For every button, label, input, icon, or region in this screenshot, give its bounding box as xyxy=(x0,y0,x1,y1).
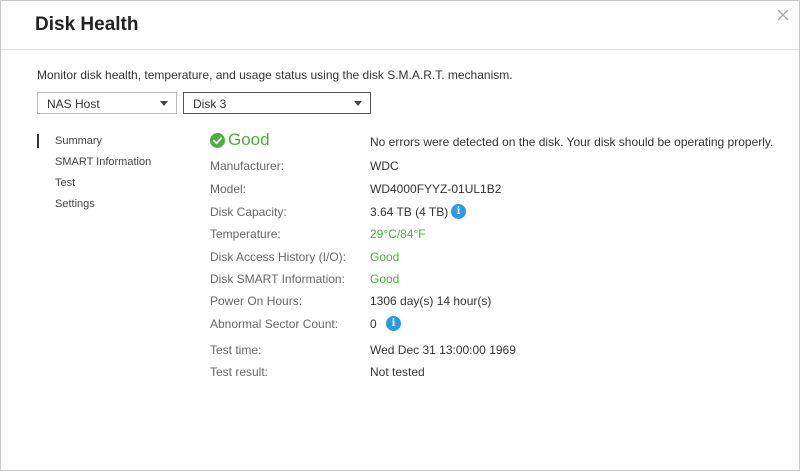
manufacturer-value: WDC xyxy=(370,159,399,173)
test-result-value: Not tested xyxy=(370,365,425,379)
chevron-down-icon xyxy=(354,101,362,106)
model-value: WD4000FYYZ-01UL1B2 xyxy=(370,182,502,196)
info-icon[interactable]: i xyxy=(451,204,466,219)
temperature-value: 29°C/84°F xyxy=(370,227,426,241)
test-time-value: Wed Dec 31 13:00:00 1969 xyxy=(370,343,516,357)
nas-host-select-value: NAS Host xyxy=(47,97,100,111)
test-time-label: Test time: xyxy=(210,343,262,357)
status-message: No errors were detected on the disk. You… xyxy=(370,135,774,149)
test-result-label: Test result: xyxy=(210,365,269,379)
disk-smart-information-label: Disk SMART Information: xyxy=(210,272,345,286)
disk-capacity-label: Disk Capacity: xyxy=(210,205,287,219)
side-nav: Summary SMART Information Test Settings xyxy=(37,133,177,217)
chevron-down-icon xyxy=(160,101,168,106)
status-text: Good xyxy=(228,130,270,149)
power-on-hours-label: Power On Hours: xyxy=(210,294,303,308)
nas-host-select[interactable]: NAS Host xyxy=(37,92,177,114)
dialog-title: Disk Health xyxy=(35,14,139,35)
manufacturer-label: Manufacturer: xyxy=(210,159,285,173)
temperature-label: Temperature: xyxy=(210,227,281,241)
dialog-description: Monitor disk health, temperature, and us… xyxy=(37,68,513,82)
info-icon[interactable]: i xyxy=(386,316,401,331)
disk-access-history-value: Good xyxy=(370,250,400,264)
disk-smart-information-value: Good xyxy=(370,272,400,286)
abnormal-sector-count-value: 0 xyxy=(370,317,377,331)
nav-item-test[interactable]: Test xyxy=(37,175,177,196)
disk-select-value: Disk 3 xyxy=(193,97,227,111)
dialog-header: Disk Health xyxy=(1,1,799,50)
disk-access-history-label: Disk Access History (I/O): xyxy=(210,250,347,264)
check-circle-icon xyxy=(210,133,225,148)
abnormal-sector-count-label: Abnormal Sector Count: xyxy=(210,317,339,331)
model-label: Model: xyxy=(210,182,247,196)
power-on-hours-value: 1306 day(s) 14 hour(s) xyxy=(370,294,492,308)
disk-select[interactable]: Disk 3 xyxy=(183,92,371,114)
nav-item-smart-information[interactable]: SMART Information xyxy=(37,154,177,175)
disk-capacity-value: 3.64 TB (4 TB) xyxy=(370,205,449,219)
disk-health-dialog: Disk Health Monitor disk health, tempera… xyxy=(0,0,800,471)
nav-item-settings[interactable]: Settings xyxy=(37,196,177,217)
nav-item-summary[interactable]: Summary xyxy=(37,133,177,154)
close-icon[interactable] xyxy=(775,7,791,23)
